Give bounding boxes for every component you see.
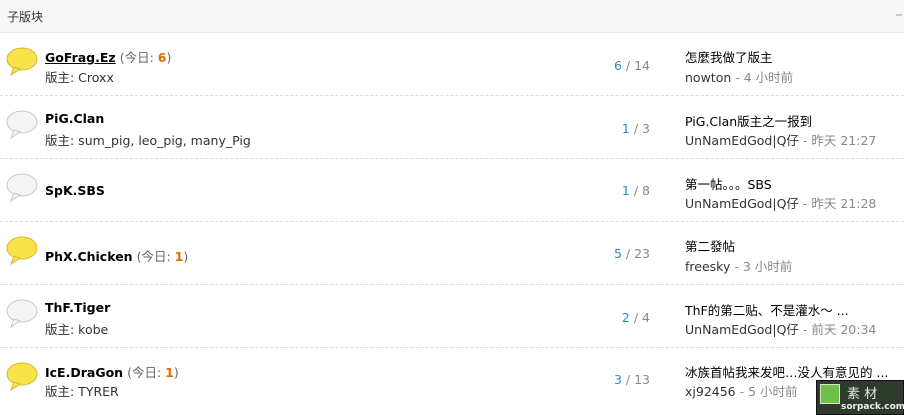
- today-count: (今日: 6): [119, 50, 172, 65]
- forum-row: GoFrag.Ez (今日: 6) 版主: Croxx 6 / 14 怎麼我做了…: [0, 33, 904, 96]
- last-post-meta: freesky - 3 小时前: [685, 259, 793, 274]
- moderators: 版主: kobe: [45, 322, 109, 337]
- forum-title-line: ThF.Tiger: [45, 300, 110, 315]
- last-post-meta: UnNamEdGod|Q仔 - 昨天 21:28: [685, 196, 877, 211]
- watermark-logo: 素 材 sorpack.com: [816, 380, 904, 415]
- last-post-meta: xj92456 - 5 小时前: [685, 384, 798, 399]
- today-count: (今日: 1): [127, 365, 179, 380]
- forum-row: SpK.SBS 1 / 8 第一帖。。。SBS UnNamEdGod|Q仔 - …: [0, 159, 904, 222]
- no-new-posts-bubble-icon: [6, 110, 38, 140]
- today-count: (今日: 1): [136, 249, 189, 264]
- watermark-text: 素 材: [847, 387, 878, 402]
- topic-post-counts: 1 / 8: [621, 183, 650, 198]
- last-post-user[interactable]: freesky: [685, 259, 730, 274]
- forum-name-link[interactable]: GoFrag.Ez: [45, 50, 116, 65]
- forum-name-link[interactable]: SpK.SBS: [45, 183, 105, 198]
- section-title: 子版块: [7, 10, 44, 24]
- watermark-square-icon: [820, 384, 840, 404]
- topic-post-counts: 6 / 14: [613, 58, 650, 73]
- collapse-icon[interactable]: [896, 14, 902, 16]
- moderators: 版主: Croxx: [45, 70, 114, 85]
- new-posts-bubble-icon: [6, 47, 38, 77]
- forum-title-line: PhX.Chicken (今日: 1): [45, 246, 188, 265]
- last-post-user[interactable]: UnNamEdGod|Q仔: [685, 133, 799, 148]
- forum-name-link[interactable]: PiG.Clan: [45, 111, 104, 126]
- moderators: 版主: sum_pig, leo_pig, many_Pig: [45, 133, 251, 148]
- forum-name-link[interactable]: PhX.Chicken: [45, 249, 133, 264]
- no-new-posts-bubble-icon: [6, 173, 38, 203]
- new-posts-bubble-icon: [6, 236, 38, 266]
- last-post-title[interactable]: 冰族首帖我来发吧…没人有意见的 ...: [685, 362, 888, 381]
- forum-title-line: PiG.Clan: [45, 111, 104, 126]
- last-post-user[interactable]: UnNamEdGod|Q仔: [685, 322, 799, 337]
- forum-name-link[interactable]: ThF.Tiger: [45, 300, 110, 315]
- moderators: 版主: TYRER: [45, 384, 119, 399]
- last-post-user[interactable]: xj92456: [685, 384, 736, 399]
- topic-post-counts: 3 / 13: [613, 372, 650, 387]
- last-post-title[interactable]: 第一帖。。。SBS: [685, 174, 772, 193]
- forum-row: ThF.Tiger 版主: kobe 2 / 4 ThF的第二贴、不是灌水～ .…: [0, 285, 904, 348]
- topic-post-counts: 2 / 4: [621, 310, 650, 325]
- last-post-title[interactable]: 第二發帖: [685, 236, 735, 255]
- forum-row: PiG.Clan 版主: sum_pig, leo_pig, many_Pig …: [0, 96, 904, 159]
- no-new-posts-bubble-icon: [6, 299, 38, 329]
- watermark-site: sorpack.com: [841, 402, 904, 412]
- last-post-meta: nowton - 4 小时前: [685, 70, 794, 85]
- forum-title-line: IcE.DraGon (今日: 1): [45, 362, 179, 381]
- subforum-header: 子版块: [0, 0, 904, 33]
- forum-title-line: GoFrag.Ez (今日: 6): [45, 47, 171, 66]
- forum-title-line: SpK.SBS: [45, 183, 105, 198]
- new-posts-bubble-icon: [6, 362, 38, 392]
- forum-name-link[interactable]: IcE.DraGon: [45, 365, 123, 380]
- last-post-title[interactable]: ThF的第二贴、不是灌水～ ...: [685, 300, 849, 319]
- forum-row: PhX.Chicken (今日: 1) 5 / 23 第二發帖 freesky …: [0, 222, 904, 285]
- topic-post-counts: 1 / 3: [621, 121, 650, 136]
- last-post-title[interactable]: PiG.Clan版主之一报到: [685, 111, 812, 130]
- topic-post-counts: 5 / 23: [613, 246, 650, 261]
- last-post-title[interactable]: 怎麼我做了版主: [685, 47, 773, 66]
- last-post-user[interactable]: UnNamEdGod|Q仔: [685, 196, 799, 211]
- forum-row: IcE.DraGon (今日: 1) 版主: TYRER 3 / 13 冰族首帖…: [0, 348, 904, 410]
- last-post-meta: UnNamEdGod|Q仔 - 前天 20:34: [685, 322, 877, 337]
- last-post-meta: UnNamEdGod|Q仔 - 昨天 21:27: [685, 133, 877, 148]
- last-post-user[interactable]: nowton: [685, 70, 731, 85]
